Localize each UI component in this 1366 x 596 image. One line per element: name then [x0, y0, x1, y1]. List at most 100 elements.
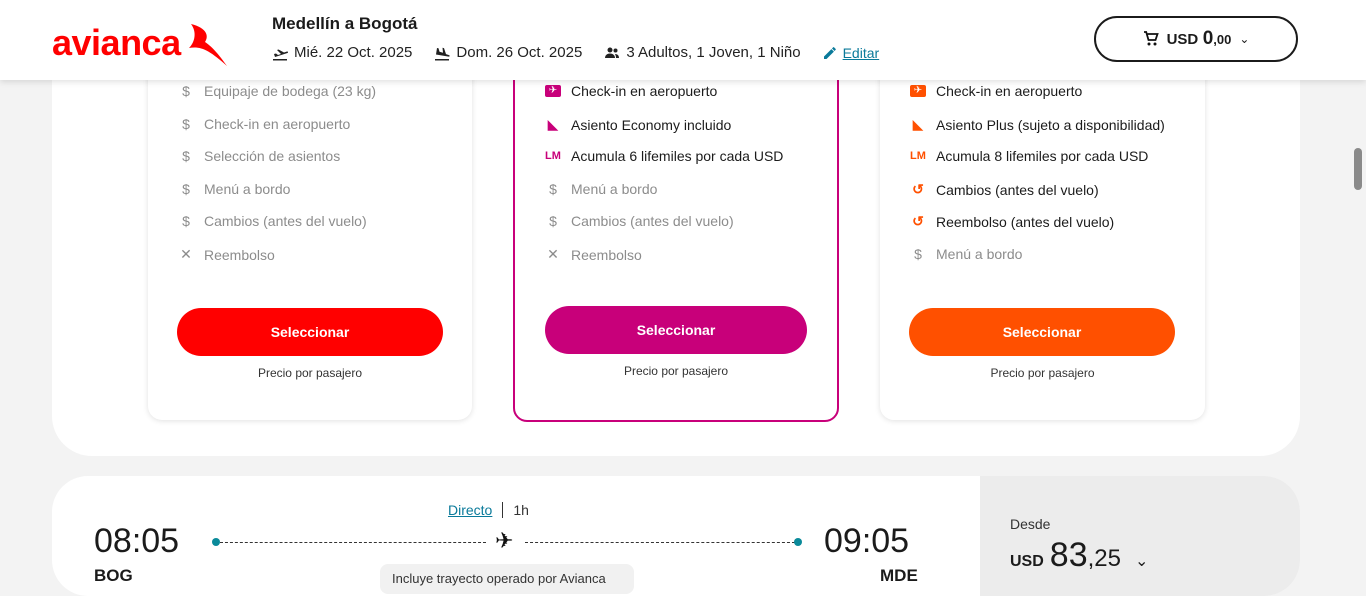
x-icon: ✕ [547, 246, 559, 262]
fare-feature: $ Equipaje de bodega (23 kg) [178, 83, 376, 99]
route-title: Medellín a Bogotá [272, 14, 418, 33]
feature-label: Cambios (antes del vuelo) [936, 181, 1099, 198]
feature-label: Cambios (antes del vuelo) [204, 213, 367, 229]
pencil-icon [823, 46, 836, 59]
fare-feature: ✕ Reembolso [178, 246, 275, 263]
edit-label[interactable]: Editar [843, 45, 880, 61]
price-decimals: ,25 [1087, 545, 1121, 572]
select-fare-button[interactable]: Seleccionar [177, 308, 443, 356]
lifemiles-icon: LM [910, 150, 926, 162]
cart-icon [1143, 31, 1159, 46]
dollar-icon: $ [549, 181, 557, 197]
fare-feature: ◣ Asiento Plus (sujeto a disponibilidad) [910, 116, 1165, 133]
seat-icon: ◣ [912, 116, 924, 132]
checkin-icon: ✈ [910, 85, 926, 97]
feature-label: Asiento Economy incluido [571, 116, 732, 133]
price-summary[interactable]: Desde USD 83,25 ⌄ [980, 476, 1300, 596]
flight-result-card[interactable]: 08:05 BOG Directo 1h ✈ Incluye trayecto … [52, 476, 1300, 596]
fare-card-flex: ✈ Check-in en aeropuerto ◣ Asiento Plus … [880, 40, 1205, 420]
dollar-icon: $ [182, 116, 190, 132]
select-fare-button[interactable]: Seleccionar [545, 306, 807, 354]
plane-icon: ✈ [495, 528, 514, 553]
departure-time: 08:05 [94, 522, 180, 560]
feature-label: Equipaje de bodega (23 kg) [204, 83, 377, 99]
top-header: avianca Medellín a Bogotá Mié. 22 Oct. 2… [0, 0, 1366, 80]
feature-label: Cambios (antes del vuelo) [571, 213, 734, 229]
price-per-passenger-note: Precio por pasajero [623, 364, 729, 378]
cart-amount: 0 [1202, 28, 1214, 49]
price-integer: 83 [1049, 536, 1088, 574]
fare-feature: $ Selección de asientos [178, 148, 340, 164]
feature-label: Reembolso [571, 246, 642, 263]
return-date: Dom. 26 Oct. 2025 [456, 44, 583, 61]
fare-feature: ✕ Reembolso [545, 246, 642, 263]
price-per-passenger-note: Precio por pasajero [257, 366, 363, 380]
checkin-icon: ✈ [545, 85, 561, 97]
fare-feature: ↺ Cambios (antes del vuelo) [910, 181, 1099, 198]
dollar-icon: $ [182, 83, 190, 99]
feature-label: Check-in en aeropuerto [936, 83, 1083, 99]
feature-label: Selección de asientos [204, 148, 341, 164]
chevron-down-icon: ⌄ [1239, 32, 1250, 46]
stops-info: Directo 1h [448, 502, 529, 518]
fare-feature: $ Cambios (antes del vuelo) [178, 213, 367, 229]
scrollbar-thumb[interactable] [1354, 148, 1362, 190]
route-line-right [525, 542, 795, 543]
fare-card-classic: ✈ Check-in en aeropuerto ◣ Asiento Econo… [513, 40, 839, 422]
destination-dot [794, 538, 802, 546]
fare-feature: $ Cambios (antes del vuelo) [545, 213, 734, 229]
feature-label: Acumula 6 lifemiles por cada USD [571, 148, 784, 164]
avianca-bird-icon [188, 24, 227, 66]
fare-feature: $ Check-in en aeropuerto [178, 116, 350, 132]
from-label: Desde [1010, 516, 1051, 532]
dollar-icon: $ [182, 213, 190, 229]
feature-label: Asiento Plus (sujeto a disponibilidad) [936, 116, 1165, 133]
fare-feature: ◣ Asiento Economy incluido [545, 116, 732, 133]
feature-label: Menú a bordo [204, 181, 291, 197]
passengers-icon [605, 47, 620, 58]
feature-label: Acumula 8 lifemiles por cada USD [936, 148, 1149, 164]
refund-icon: ↺ [912, 213, 924, 229]
avianca-logo[interactable]: avianca [52, 20, 231, 66]
divider [502, 502, 504, 518]
destination-code: MDE [880, 566, 918, 585]
fare-card-basic: $ Equipaje de bodega (23 kg) $ Check-in … [148, 40, 472, 420]
fare-feature: LM Acumula 6 lifemiles por cada USD [545, 148, 783, 164]
dollar-icon: $ [182, 148, 190, 164]
seat-icon: ◣ [547, 116, 559, 132]
fare-feature: $ Menú a bordo [910, 246, 1022, 262]
trip-summary: Mié. 22 Oct. 2025 Dom. 26 Oct. 2025 3 Ad… [272, 44, 879, 61]
lifemiles-icon: LM [545, 150, 561, 162]
flight-duration: 1h [513, 502, 529, 518]
arrival-plane-icon [435, 47, 451, 60]
fare-price: USD 83,25 ⌄ [1010, 536, 1148, 575]
select-fare-button[interactable]: Seleccionar [909, 308, 1175, 356]
chevron-down-icon[interactable]: ⌄ [1135, 551, 1148, 571]
arrival-time: 09:05 [824, 522, 910, 560]
dollar-icon: $ [182, 181, 190, 197]
edit-search-link[interactable]: Editar [823, 45, 880, 61]
feature-label: Reembolso [204, 246, 275, 263]
fare-feature: ✈ Check-in en aeropuerto [545, 83, 717, 99]
feature-label: Check-in en aeropuerto [571, 83, 718, 99]
brand-wordmark: avianca [52, 22, 181, 63]
price-currency: USD [1010, 553, 1044, 570]
cart-button[interactable]: USD 0,00 ⌄ [1094, 16, 1298, 62]
departure-plane-icon [273, 49, 288, 60]
route-line-left [220, 542, 486, 543]
passenger-count: 3 Adultos, 1 Joven, 1 Niño [626, 44, 801, 61]
cart-decimals: ,00 [1213, 32, 1232, 47]
operated-by-note: Incluye trayecto operado por Avianca [380, 564, 634, 594]
cart-currency: USD [1166, 31, 1199, 48]
fare-feature: $ Menú a bordo [545, 181, 657, 197]
fare-feature: ✈ Check-in en aeropuerto [910, 83, 1082, 99]
feature-label: Menú a bordo [571, 181, 658, 197]
origin-code: BOG [94, 566, 133, 585]
feature-label: Check-in en aeropuerto [204, 116, 351, 132]
history-icon: ↺ [912, 181, 924, 197]
origin-dot [212, 538, 220, 546]
departure-date: Mié. 22 Oct. 2025 [294, 44, 413, 61]
direct-flight-link[interactable]: Directo [448, 502, 492, 518]
fare-feature: $ Menú a bordo [178, 181, 290, 197]
feature-label: Reembolso (antes del vuelo) [936, 213, 1115, 230]
